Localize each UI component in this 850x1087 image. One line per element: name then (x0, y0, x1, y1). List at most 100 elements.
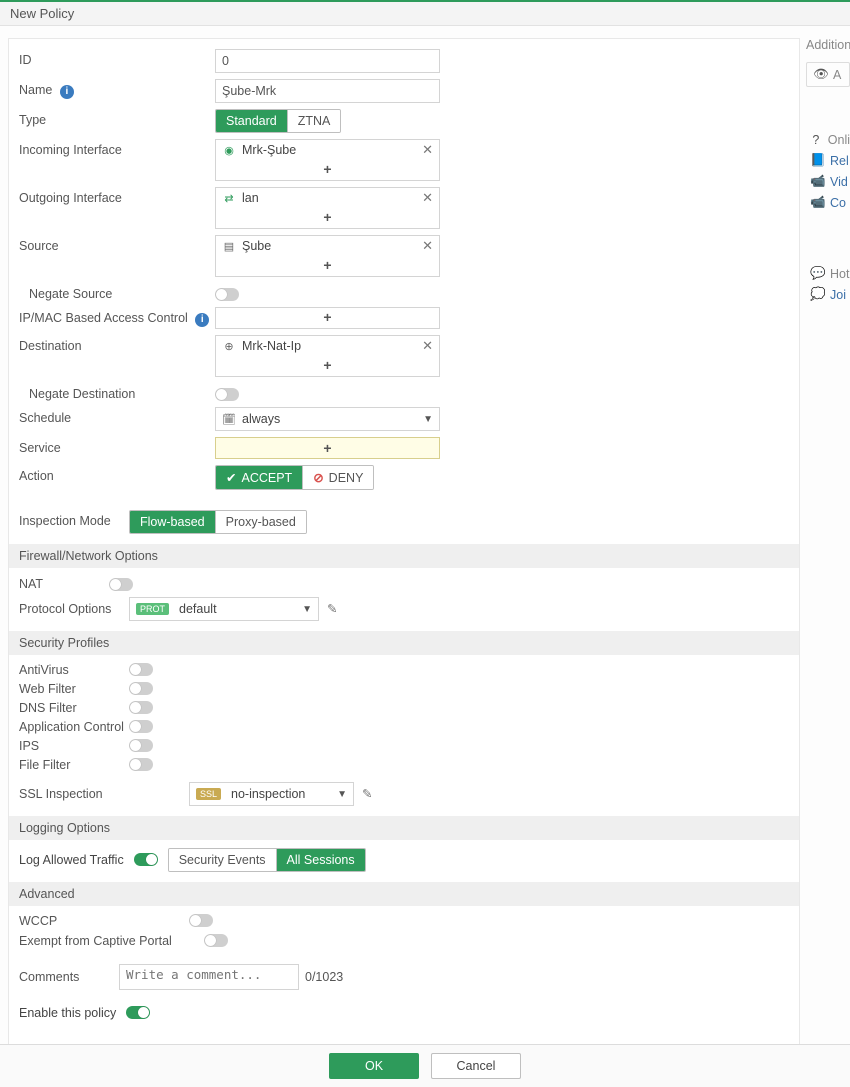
link-vid[interactable]: Vid (830, 175, 848, 189)
dnsfilter-label: DNS Filter (19, 701, 129, 715)
side-a: A (833, 68, 841, 82)
filefilter-toggle[interactable] (129, 758, 153, 771)
log-mode-group: Security Events All Sessions (168, 848, 366, 872)
exempt-captive-label: Exempt from Captive Portal (19, 934, 204, 948)
remove-icon[interactable]: ✕ (422, 143, 433, 156)
section-firewall-network: Firewall/Network Options (9, 544, 799, 568)
ssl-badge: SSL (196, 788, 221, 800)
side-panel: Addition 👁 A ? Onli 📘 Rel 📹 Vid 📹 Co 💬 H… (800, 26, 850, 1047)
appcontrol-toggle[interactable] (129, 720, 153, 733)
link-con[interactable]: Co (830, 196, 846, 210)
ips-toggle[interactable] (129, 739, 153, 752)
schedule-value: always (242, 412, 280, 426)
log-security-events[interactable]: Security Events (169, 849, 277, 871)
inspection-flow[interactable]: Flow-based (130, 511, 216, 533)
chevron-down-icon: ▼ (302, 604, 312, 615)
inspection-group: Flow-based Proxy-based (129, 510, 307, 534)
wccp-toggle[interactable] (189, 914, 213, 927)
appcontrol-label: Application Control (19, 720, 129, 734)
type-label: Type (19, 109, 215, 127)
negate-source-toggle[interactable] (215, 288, 239, 301)
add-destination[interactable]: + (216, 356, 439, 376)
ssl-inspection-value: no-inspection (231, 787, 305, 801)
add-outgoing[interactable]: + (216, 208, 439, 228)
help-icon: ? (810, 133, 822, 147)
edit-icon[interactable]: ✎ (327, 601, 337, 616)
incoming-label: Incoming Interface (19, 139, 215, 157)
outgoing-interface-box[interactable]: ⇄ lan ✕ + (215, 187, 440, 229)
incoming-interface-box[interactable]: ◉ Mrk-Şube ✕ + (215, 139, 440, 181)
chevron-down-icon: ▼ (423, 414, 433, 425)
ipmac-label: IP/MAC Based Access Control i (19, 307, 215, 327)
speech-icon: 💭 (810, 287, 824, 302)
book-icon: 📘 (810, 153, 824, 168)
prot-badge: PROT (136, 603, 169, 615)
nat-toggle[interactable] (109, 578, 133, 591)
info-icon[interactable]: i (60, 85, 74, 99)
ssl-inspection-select[interactable]: SSL no-inspection ▼ (189, 782, 354, 806)
log-all-sessions[interactable]: All Sessions (277, 849, 365, 871)
link-rel[interactable]: Rel (830, 154, 849, 168)
comments-label: Comments (19, 970, 119, 984)
incoming-item: Mrk-Şube (242, 143, 296, 157)
window-title: New Policy (0, 2, 850, 26)
inspection-label: Inspection Mode (19, 510, 129, 528)
negate-source-label: Negate Source (19, 283, 215, 301)
action-deny[interactable]: DENY (303, 466, 373, 489)
wccp-label: WCCP (19, 914, 189, 928)
type-group: Standard ZTNA (215, 109, 341, 133)
address-icon: ▤ (222, 239, 236, 253)
action-accept[interactable]: ACCEPT (216, 466, 303, 489)
remove-icon[interactable]: ✕ (422, 191, 433, 204)
outgoing-label: Outgoing Interface (19, 187, 215, 205)
ssl-inspection-label: SSL Inspection (19, 787, 189, 801)
edit-icon[interactable]: ✎ (362, 786, 372, 801)
dialog-footer: OK Cancel (0, 1044, 850, 1087)
ips-label: IPS (19, 739, 129, 753)
protocol-options-label: Protocol Options (19, 602, 129, 616)
action-group: ACCEPT DENY (215, 465, 374, 490)
destination-label: Destination (19, 335, 215, 353)
additional-info-title: Addition (806, 38, 850, 52)
source-label: Source (19, 235, 215, 253)
remove-icon[interactable]: ✕ (422, 339, 433, 352)
address-group-icon: ⊕ (222, 339, 236, 353)
inspection-proxy[interactable]: Proxy-based (216, 511, 306, 533)
destination-item: Mrk-Nat-Ip (242, 339, 301, 353)
protocol-options-select[interactable]: PROT default ▼ (129, 597, 319, 621)
cancel-button[interactable]: Cancel (431, 1053, 521, 1079)
log-allowed-toggle[interactable] (134, 853, 158, 866)
ok-button[interactable]: OK (329, 1053, 419, 1079)
section-advanced: Advanced (9, 882, 799, 906)
id-input[interactable] (215, 49, 440, 73)
type-ztna[interactable]: ZTNA (288, 110, 341, 132)
type-standard[interactable]: Standard (216, 110, 288, 132)
webfilter-toggle[interactable] (129, 682, 153, 695)
add-source[interactable]: + (216, 256, 439, 276)
video-icon: 📹 (810, 174, 824, 189)
info-icon[interactable]: i (195, 313, 209, 327)
negate-destination-toggle[interactable] (215, 388, 239, 401)
enable-policy-toggle[interactable] (126, 1006, 150, 1019)
comments-char-count: 0/1023 (305, 970, 343, 984)
name-input[interactable] (215, 79, 440, 103)
add-ipmac[interactable]: + (216, 308, 439, 328)
destination-box[interactable]: ⊕ Mrk-Nat-Ip ✕ + (215, 335, 440, 377)
link-join[interactable]: Joi (830, 288, 846, 302)
comments-input[interactable] (119, 964, 299, 990)
remove-icon[interactable]: ✕ (422, 239, 433, 252)
add-incoming[interactable]: + (216, 160, 439, 180)
schedule-label: Schedule (19, 407, 215, 425)
source-box[interactable]: ▤ Şube ✕ + (215, 235, 440, 277)
add-service[interactable]: + (216, 438, 439, 458)
antivirus-toggle[interactable] (129, 663, 153, 676)
section-logging: Logging Options (9, 816, 799, 840)
schedule-select[interactable]: 🗓 always ▼ (215, 407, 440, 431)
dnsfilter-toggle[interactable] (129, 701, 153, 714)
service-box[interactable]: + (215, 437, 440, 459)
hot-title: Hot (830, 267, 849, 281)
action-label: Action (19, 465, 215, 483)
ipmac-box[interactable]: + (215, 307, 440, 329)
exempt-captive-toggle[interactable] (204, 934, 228, 947)
name-label: Name i (19, 79, 215, 99)
